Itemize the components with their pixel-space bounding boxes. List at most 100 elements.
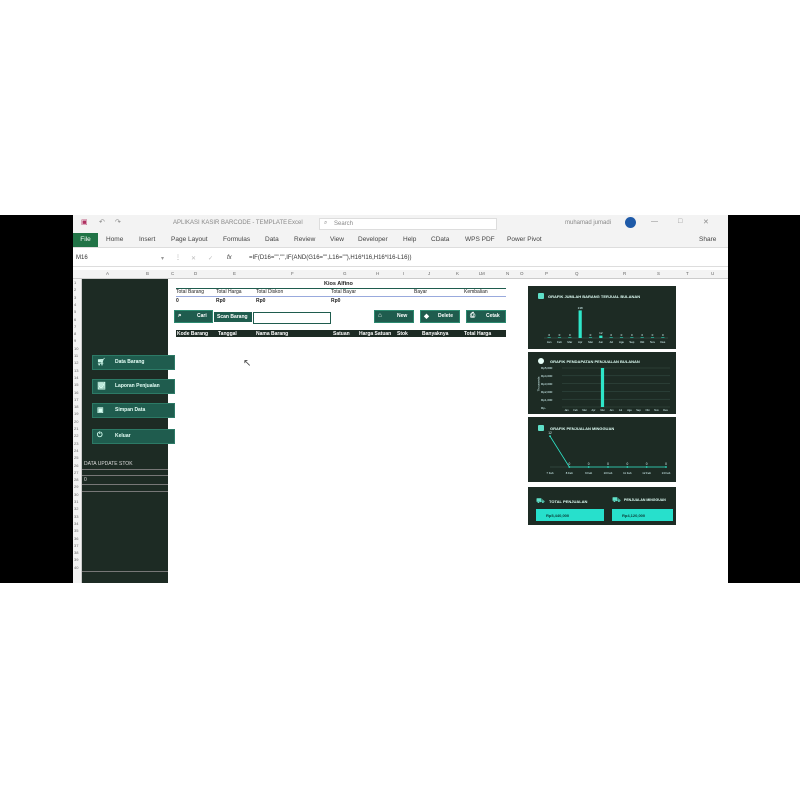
- tab-insert[interactable]: Insert: [139, 236, 155, 243]
- tab-home[interactable]: Home: [106, 236, 123, 243]
- save-icon[interactable]: ▣: [81, 218, 88, 226]
- new-button[interactable]: ⌂ New: [374, 310, 414, 323]
- column-header[interactable]: U: [711, 271, 714, 276]
- tab-view[interactable]: View: [330, 236, 344, 243]
- simpan-data-button[interactable]: ▣ Simpan Data: [92, 403, 175, 418]
- tab-wps-pdf[interactable]: WPS PDF: [465, 236, 495, 243]
- row-header[interactable]: 10: [74, 346, 78, 351]
- row-header[interactable]: 4: [74, 302, 76, 307]
- row-header[interactable]: 29: [74, 484, 78, 489]
- row-header[interactable]: 6: [74, 317, 76, 322]
- chart1-tick-label: Jul: [609, 340, 613, 344]
- row-header[interactable]: 40: [74, 565, 78, 570]
- data-barang-button[interactable]: 🛒︎ Data Barang: [92, 355, 175, 370]
- tab-help[interactable]: Help: [403, 236, 416, 243]
- row-header[interactable]: 9: [74, 338, 76, 343]
- column-header[interactable]: D: [194, 271, 197, 276]
- tab-developer[interactable]: Developer: [358, 236, 388, 243]
- tab-power-pivot[interactable]: Power Pivot: [507, 236, 542, 243]
- row-header[interactable]: 22: [74, 433, 78, 438]
- row-header[interactable]: 24: [74, 448, 78, 453]
- row-header[interactable]: 11: [74, 353, 78, 358]
- tab-file[interactable]: File: [73, 233, 98, 247]
- column-header[interactable]: Q: [575, 271, 579, 276]
- row-header[interactable]: 21: [74, 426, 78, 431]
- row-header[interactable]: 18: [74, 404, 78, 409]
- fx-icon[interactable]: fx: [227, 255, 232, 261]
- row-header[interactable]: 7: [74, 324, 76, 329]
- row-header[interactable]: 38: [74, 550, 78, 555]
- cari-button[interactable]: ⌕ Cari: [174, 310, 213, 323]
- row-header[interactable]: 17: [74, 397, 78, 402]
- column-header[interactable]: N: [506, 271, 509, 276]
- maximize-icon[interactable]: □: [678, 218, 682, 225]
- chart2-tick-label: Des: [663, 409, 668, 412]
- row-header[interactable]: 23: [74, 441, 78, 446]
- undo-icon[interactable]: ↶: [99, 218, 105, 226]
- row-header[interactable]: 30: [74, 492, 78, 497]
- row-header[interactable]: 32: [74, 506, 78, 511]
- tab-cdata[interactable]: CData: [431, 236, 449, 243]
- tab-data[interactable]: Data: [265, 236, 279, 243]
- row-header[interactable]: 2: [74, 287, 76, 292]
- row-header[interactable]: 31: [74, 499, 78, 504]
- tab-review[interactable]: Review: [294, 236, 315, 243]
- row-header[interactable]: 14: [74, 375, 78, 380]
- row-header[interactable]: 19: [74, 411, 78, 416]
- cetak-button[interactable]: ⎙ Cetak: [466, 310, 506, 323]
- row-header[interactable]: 36: [74, 536, 78, 541]
- column-header[interactable]: H: [376, 271, 379, 276]
- row-header[interactable]: 37: [74, 543, 78, 548]
- row-header[interactable]: 1: [74, 280, 76, 285]
- column-header[interactable]: J: [428, 271, 430, 276]
- redo-icon[interactable]: ↷: [115, 218, 121, 226]
- column-header[interactable]: A: [106, 271, 109, 276]
- row-header[interactable]: 13: [74, 368, 78, 373]
- avatar[interactable]: [625, 217, 636, 228]
- share-button[interactable]: Share: [699, 236, 716, 243]
- row-header[interactable]: 28: [74, 477, 78, 482]
- tab-formulas[interactable]: Formulas: [223, 236, 250, 243]
- row-header[interactable]: 20: [74, 419, 78, 424]
- row-header[interactable]: 25: [74, 455, 78, 460]
- row-header[interactable]: 8: [74, 331, 76, 336]
- summary-label: Bayar: [414, 289, 428, 295]
- row-header[interactable]: 16: [74, 390, 78, 395]
- row-header[interactable]: 3: [74, 295, 76, 300]
- keluar-button[interactable]: ⏻ Keluar: [92, 429, 175, 444]
- column-header[interactable]: M: [481, 271, 485, 276]
- formula-input[interactable]: =IF(D16="","",IF(AND(G16="",L16=""),H16*…: [249, 255, 411, 261]
- name-box[interactable]: M16: [76, 255, 88, 261]
- row-header[interactable]: 5: [74, 309, 76, 314]
- column-header[interactable]: O: [520, 271, 524, 276]
- row-header[interactable]: 12: [74, 360, 78, 365]
- column-header[interactable]: G: [343, 271, 347, 276]
- row-header[interactable]: 26: [74, 463, 78, 468]
- column-header[interactable]: F: [291, 271, 294, 276]
- column-header[interactable]: P: [545, 271, 548, 276]
- scan-input[interactable]: [253, 312, 331, 324]
- enter-icon[interactable]: ✓: [208, 255, 213, 262]
- row-header[interactable]: 39: [74, 557, 78, 562]
- column-header[interactable]: T: [686, 271, 689, 276]
- column-header[interactable]: I: [403, 271, 404, 276]
- name-box-dropdown-icon[interactable]: ▾: [161, 255, 164, 262]
- column-header[interactable]: B: [146, 271, 149, 276]
- column-header[interactable]: S: [657, 271, 660, 276]
- column-header[interactable]: E: [233, 271, 236, 276]
- laporan-penjualan-button[interactable]: 📈︎ Laporan Penjualan: [92, 379, 175, 394]
- cancel-icon[interactable]: ✕: [191, 255, 196, 262]
- row-header[interactable]: 34: [74, 521, 78, 526]
- column-header[interactable]: R: [623, 271, 626, 276]
- tab-page-layout[interactable]: Page Layout: [171, 236, 208, 243]
- column-header[interactable]: K: [456, 271, 459, 276]
- search-box[interactable]: ⌕ Search: [319, 218, 497, 230]
- row-header[interactable]: 15: [74, 382, 78, 387]
- minimize-icon[interactable]: —: [651, 218, 658, 225]
- row-header[interactable]: 27: [74, 470, 78, 475]
- column-header[interactable]: C: [171, 271, 174, 276]
- row-header[interactable]: 33: [74, 514, 78, 519]
- row-header[interactable]: 35: [74, 528, 78, 533]
- delete-button[interactable]: ◆ Delete: [420, 310, 460, 323]
- close-icon[interactable]: ✕: [703, 218, 709, 226]
